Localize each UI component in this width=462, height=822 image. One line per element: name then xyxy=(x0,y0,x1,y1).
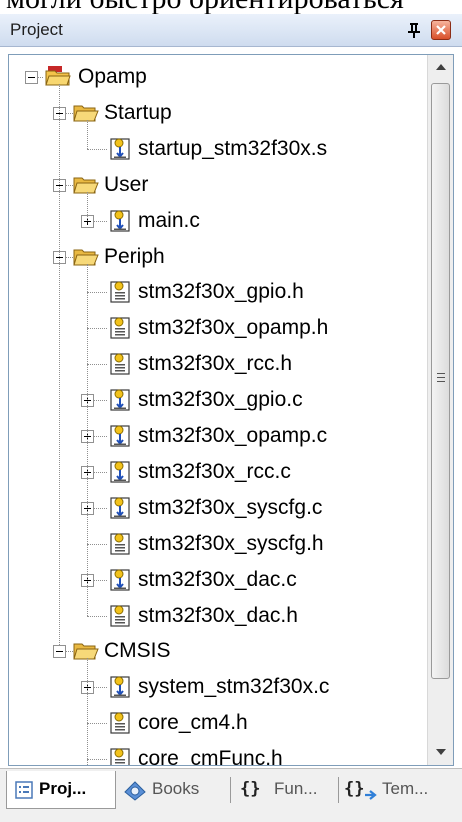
file-name[interactable]: system_stm32f30x.c xyxy=(138,670,329,704)
project-tree[interactable]: Opamp Startup startup_stm32f30x.s User main.… xyxy=(9,55,427,765)
project-root-icon xyxy=(45,66,71,86)
folder-open-icon xyxy=(73,177,99,194)
tree-connector xyxy=(87,543,107,546)
file-name[interactable]: stm32f30x_rcc.c xyxy=(138,455,291,489)
tree-connector xyxy=(87,364,107,366)
tab-separator xyxy=(230,777,231,803)
tab-project-label: Proj... xyxy=(39,779,87,798)
source-file-icon xyxy=(110,425,130,447)
top-text: могли быстро ориентироваться xyxy=(6,0,404,14)
books-icon xyxy=(124,781,146,801)
close-button[interactable] xyxy=(431,20,451,40)
project-tree-panel[interactable]: Opamp Startup startup_stm32f30x.s User main.… xyxy=(8,54,454,766)
folder-open-icon xyxy=(73,643,99,660)
header-file-icon xyxy=(110,533,130,555)
file-name[interactable]: stm32f30x_opamp.c xyxy=(138,419,327,453)
header-file-icon xyxy=(110,712,130,734)
tree-connector xyxy=(87,292,107,294)
tree-guide-line xyxy=(87,119,89,149)
tab-functions-label: Fun... xyxy=(274,779,318,798)
file-name[interactable]: stm32f30x_gpio.c xyxy=(138,383,303,417)
tree-guide-line xyxy=(87,263,89,616)
tree-root-row[interactable] xyxy=(9,60,427,94)
cropped-document-text: могли быстро ориентироваться xyxy=(0,0,462,14)
tab-project[interactable]: Proj... xyxy=(6,771,116,809)
scroll-down-arrow-icon[interactable] xyxy=(428,739,454,765)
source-file-icon xyxy=(110,389,130,411)
folder-name[interactable]: CMSIS xyxy=(104,634,171,668)
bottom-tab-strip: Proj... Books {} Fun... {} Tem... xyxy=(0,768,462,822)
source-file-icon xyxy=(110,461,130,483)
folder-open-icon xyxy=(73,105,99,122)
file-name[interactable]: stm32f30x_opamp.h xyxy=(138,311,328,345)
template-arrow-icon xyxy=(365,790,377,800)
header-file-icon xyxy=(110,604,130,627)
folder-name[interactable]: Startup xyxy=(104,96,172,130)
tree-connector xyxy=(87,615,107,618)
template-braces-icon: {} xyxy=(344,779,365,799)
folder-name[interactable]: User xyxy=(104,168,148,202)
header-file-icon xyxy=(110,748,130,765)
tree-file-row[interactable] xyxy=(9,204,427,238)
scrollbar-thumb[interactable] xyxy=(431,83,450,679)
source-file-icon xyxy=(110,568,130,591)
file-name[interactable]: stm32f30x_syscfg.c xyxy=(138,491,322,525)
tree-connector xyxy=(87,148,107,151)
tab-books-label: Books xyxy=(152,779,200,798)
tree-guide-line xyxy=(87,191,89,221)
file-name[interactable]: stm32f30x_dac.h xyxy=(138,599,298,633)
tree-guide-line xyxy=(87,658,89,765)
file-name[interactable]: core_cmFunc.h xyxy=(138,742,283,765)
close-icon xyxy=(436,25,446,35)
header-file-icon xyxy=(110,281,130,303)
tab-templates[interactable]: {} Tem... xyxy=(342,771,458,809)
pin-icon[interactable] xyxy=(405,21,423,39)
file-name[interactable]: core_cm4.h xyxy=(138,706,248,740)
braces-icon: {} xyxy=(240,779,261,799)
project-name[interactable]: Opamp xyxy=(75,60,150,94)
panel-header: Project xyxy=(0,14,462,47)
grip-icon xyxy=(437,373,445,382)
source-file-icon xyxy=(110,676,130,698)
folder-open-icon xyxy=(73,249,99,265)
source-file-icon xyxy=(110,209,130,232)
tree-connector xyxy=(87,759,107,761)
vertical-scrollbar[interactable] xyxy=(427,55,454,765)
file-name[interactable]: startup_stm32f30x.s xyxy=(138,132,327,166)
tab-templates-label: Tem... xyxy=(382,779,429,798)
header-file-icon xyxy=(110,317,130,339)
tree-guide-line xyxy=(59,84,61,646)
tree-connector xyxy=(87,328,107,330)
file-name[interactable]: stm32f30x_syscfg.h xyxy=(138,527,324,561)
file-name[interactable]: main.c xyxy=(138,204,200,238)
file-name[interactable]: stm32f30x_rcc.h xyxy=(138,347,292,381)
collapse-toggle[interactable] xyxy=(53,645,66,659)
folder-name[interactable]: Periph xyxy=(104,240,165,274)
project-tab-icon xyxy=(15,781,33,799)
source-file-icon xyxy=(110,138,130,160)
tab-books[interactable]: Books xyxy=(118,771,228,809)
tab-functions[interactable]: {} Fun... xyxy=(234,771,334,809)
source-file-icon xyxy=(110,497,130,519)
header-file-icon xyxy=(110,353,130,375)
tree-connector xyxy=(87,723,107,725)
panel-title: Project xyxy=(10,20,63,39)
scroll-up-arrow-icon[interactable] xyxy=(428,55,454,81)
tab-separator xyxy=(338,777,339,803)
collapse-toggle[interactable] xyxy=(25,71,38,84)
file-name[interactable]: stm32f30x_gpio.h xyxy=(138,275,304,309)
file-name[interactable]: stm32f30x_dac.c xyxy=(138,563,297,597)
